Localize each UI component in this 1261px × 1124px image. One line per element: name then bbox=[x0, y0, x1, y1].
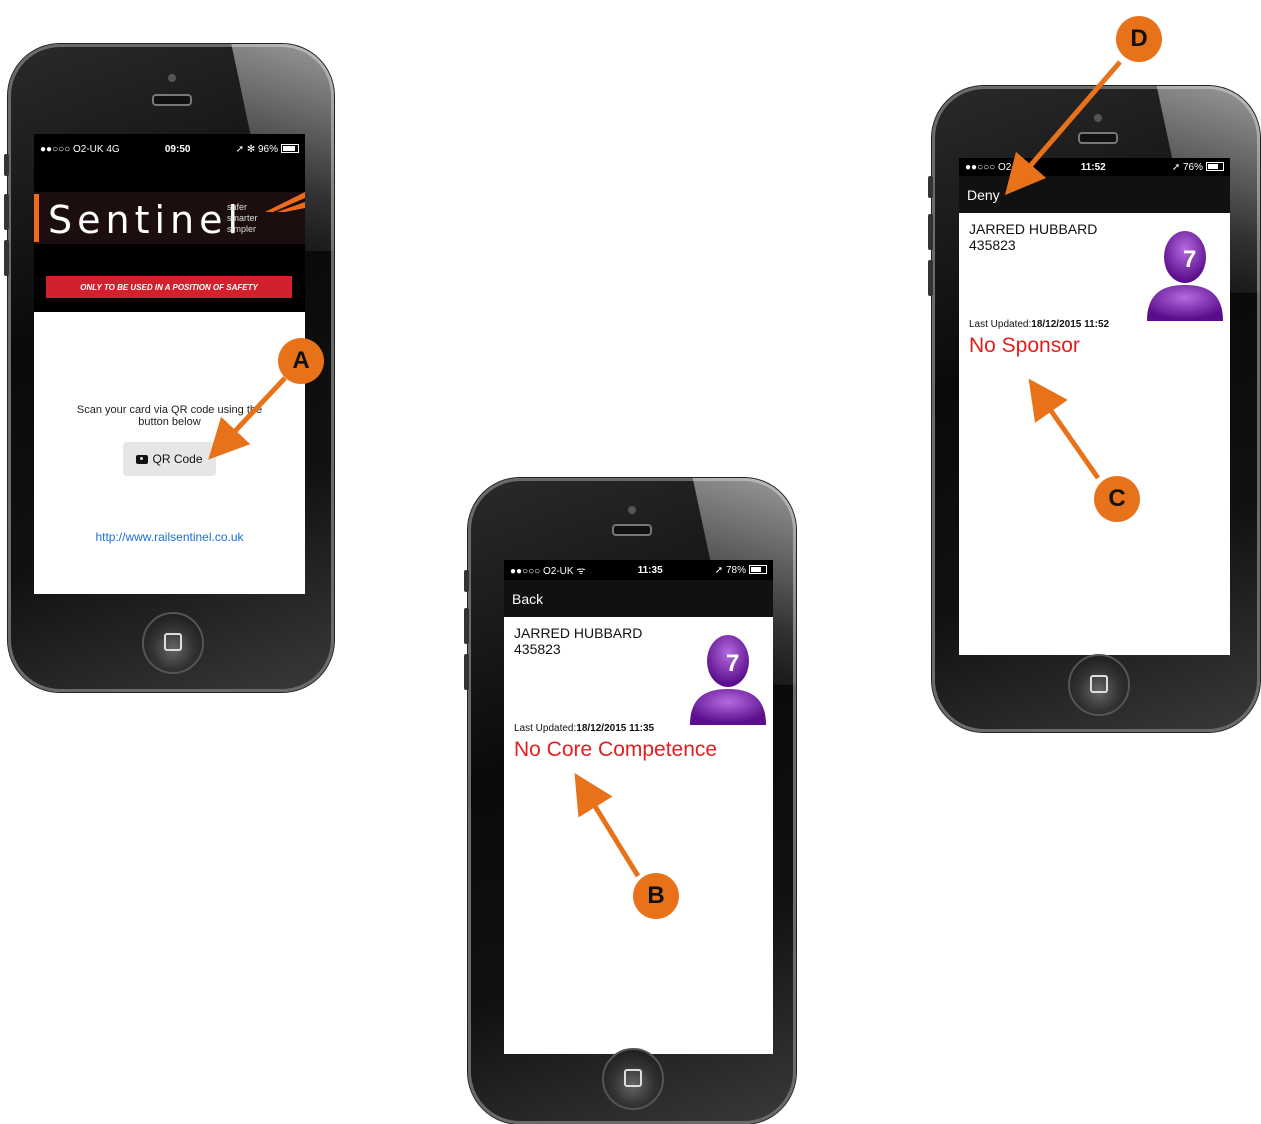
arrow-d bbox=[1004, 60, 1122, 196]
marker-a: A bbox=[278, 338, 324, 384]
arrow-b bbox=[574, 772, 641, 878]
marker-d: D bbox=[1116, 16, 1162, 62]
marker-b: B bbox=[633, 873, 679, 919]
marker-c: C bbox=[1094, 476, 1140, 522]
arrow-c bbox=[1028, 378, 1101, 480]
annotation-arrows bbox=[208, 60, 1122, 878]
arrow-a bbox=[208, 376, 287, 460]
